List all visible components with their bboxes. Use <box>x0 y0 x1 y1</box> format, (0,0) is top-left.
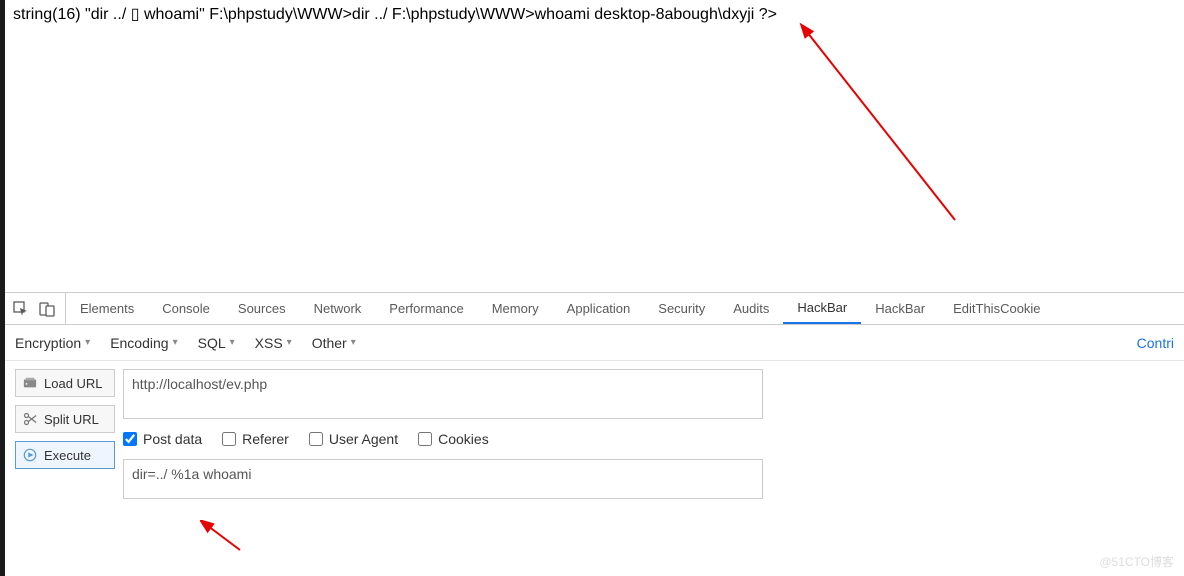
post-data-input[interactable]: dir=../ %1a whoami <box>123 459 763 499</box>
annotation-arrow-2 <box>200 520 250 560</box>
tab-application[interactable]: Application <box>553 293 645 324</box>
contribute-link[interactable]: Contri <box>1137 335 1174 351</box>
execute-icon <box>22 447 38 463</box>
dropdown-other[interactable]: Other▾ <box>312 335 356 351</box>
tab-security[interactable]: Security <box>644 293 719 324</box>
execute-button[interactable]: Execute <box>15 441 115 469</box>
options-row: Post data Referer User Agent Cookies <box>123 429 1174 449</box>
devtools-panel: Elements Console Sources Network Perform… <box>5 292 1184 507</box>
hackbar-toolbar: Encryption▾ Encoding▾ SQL▾ XSS▾ Other▾ C… <box>5 325 1184 361</box>
tab-performance[interactable]: Performance <box>375 293 477 324</box>
referer-checkbox[interactable] <box>222 432 236 446</box>
split-icon <box>22 411 38 427</box>
inspect-icon[interactable] <box>13 301 29 317</box>
cookies-checkbox[interactable] <box>418 432 432 446</box>
cookies-check[interactable]: Cookies <box>418 431 489 447</box>
tab-sources[interactable]: Sources <box>224 293 300 324</box>
caret-down-icon: ▾ <box>85 337 90 348</box>
devtools-tabs-row: Elements Console Sources Network Perform… <box>5 293 1184 325</box>
dropdown-encoding[interactable]: Encoding▾ <box>110 335 177 351</box>
watermark: @51CTO博客 <box>1099 553 1174 570</box>
inspect-tools <box>13 293 66 324</box>
caret-down-icon: ▾ <box>173 337 178 348</box>
page-output: string(16) "dir ../ ▯ whoami" F:\phpstud… <box>5 0 1184 292</box>
tab-network[interactable]: Network <box>300 293 376 324</box>
dropdown-sql[interactable]: SQL▾ <box>198 335 235 351</box>
load-url-button[interactable]: Load URL <box>15 369 115 397</box>
caret-down-icon: ▾ <box>230 337 235 348</box>
user-agent-check[interactable]: User Agent <box>309 431 398 447</box>
tab-memory[interactable]: Memory <box>478 293 553 324</box>
post-data-check[interactable]: Post data <box>123 431 202 447</box>
output-text: string(16) "dir ../ ▯ whoami" F:\phpstud… <box>13 6 777 23</box>
tab-editthiscookie[interactable]: EditThisCookie <box>939 293 1054 324</box>
referer-check[interactable]: Referer <box>222 431 289 447</box>
dropdown-encryption[interactable]: Encryption▾ <box>15 335 90 351</box>
dropdown-xss[interactable]: XSS▾ <box>255 335 292 351</box>
caret-down-icon: ▾ <box>351 337 356 348</box>
device-toggle-icon[interactable] <box>39 301 55 317</box>
tab-hackbar[interactable]: HackBar <box>783 293 861 324</box>
tab-audits[interactable]: Audits <box>719 293 783 324</box>
user-agent-checkbox[interactable] <box>309 432 323 446</box>
load-icon <box>22 375 38 391</box>
hackbar-body: Load URL Split URL Execute http://localh… <box>5 361 1184 507</box>
url-input[interactable]: http://localhost/ev.php <box>123 369 763 419</box>
tab-elements[interactable]: Elements <box>66 293 148 324</box>
caret-down-icon: ▾ <box>287 337 292 348</box>
action-column: Load URL Split URL Execute <box>15 369 115 469</box>
post-data-checkbox[interactable] <box>123 432 137 446</box>
tab-console[interactable]: Console <box>148 293 224 324</box>
main-column: http://localhost/ev.php Post data Refere… <box>123 369 1174 499</box>
tab-hackbar-2[interactable]: HackBar <box>861 293 939 324</box>
split-url-button[interactable]: Split URL <box>15 405 115 433</box>
